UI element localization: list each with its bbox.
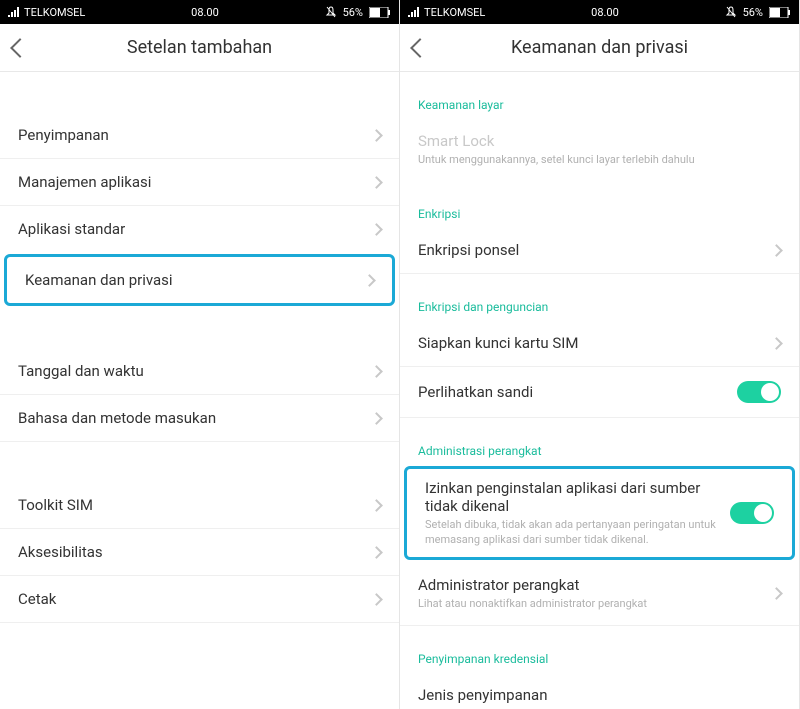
menu-language-input[interactable]: Bahasa dan metode masukan <box>0 395 399 442</box>
time-label: 08.00 <box>191 6 219 19</box>
mute-icon <box>325 6 337 18</box>
chevron-right-icon <box>370 499 383 512</box>
chevron-right-icon <box>370 412 383 425</box>
time-label: 08.00 <box>591 6 619 19</box>
settings-list[interactable]: Keamanan layar Smart Lock Untuk mengguna… <box>400 72 799 709</box>
toggle-on-icon[interactable] <box>737 381 781 403</box>
title-bar: Setelan tambahan <box>0 24 399 72</box>
battery-icon <box>369 7 391 18</box>
menu-subtitle: Lihat atau nonaktifkan administrator per… <box>418 597 764 611</box>
status-bar: TELKOMSEL 08.00 56% <box>400 0 799 24</box>
menu-accessibility[interactable]: Aksesibilitas <box>0 529 399 576</box>
battery-label: 56% <box>343 6 363 19</box>
mute-icon <box>725 6 737 18</box>
menu-label: Aksesibilitas <box>18 543 103 561</box>
chevron-right-icon <box>770 244 783 257</box>
chevron-right-icon <box>370 546 383 559</box>
battery-label: 56% <box>743 6 763 19</box>
menu-label: Perlihatkan sandi <box>418 383 533 401</box>
menu-label: Smart Lock <box>418 132 773 150</box>
section-encryption: Enkripsi <box>400 197 799 227</box>
signal-icon <box>408 7 420 17</box>
left-phone: TELKOMSEL 08.00 56% Setelan tambahan Pen… <box>0 0 400 709</box>
menu-label: Bahasa dan metode masukan <box>18 409 216 427</box>
menu-storage-type[interactable]: Jenis penyimpanan <box>400 672 799 708</box>
menu-show-password[interactable]: Perlihatkan sandi <box>400 367 799 418</box>
menu-label: Manajemen aplikasi <box>18 173 151 191</box>
section-credential-storage: Penyimpanan kredensial <box>400 642 799 672</box>
back-icon <box>410 38 430 58</box>
chevron-right-icon <box>370 365 383 378</box>
menu-security-privacy[interactable]: Keamanan dan privasi <box>7 257 392 303</box>
section-encrypt-lock: Enkripsi dan penguncian <box>400 290 799 320</box>
chevron-right-icon <box>363 274 376 287</box>
menu-label: Aplikasi standar <box>18 220 125 238</box>
menu-default-apps[interactable]: Aplikasi standar <box>0 206 399 252</box>
section-device-admin: Administrasi perangkat <box>400 434 799 464</box>
chevron-right-icon <box>770 587 783 600</box>
menu-device-administrator[interactable]: Administrator perangkat Lihat atau nonak… <box>400 562 799 626</box>
menu-subtitle: Untuk menggunakannya, setel kunci layar … <box>418 153 773 167</box>
menu-label: Keamanan dan privasi <box>25 271 173 289</box>
section-screen-security: Keamanan layar <box>400 88 799 118</box>
battery-icon <box>769 7 791 18</box>
settings-list[interactable]: Penyimpanan Manajemen aplikasi Aplikasi … <box>0 72 399 709</box>
back-button[interactable] <box>400 41 440 55</box>
menu-label: Enkripsi ponsel <box>418 241 519 259</box>
menu-unknown-sources[interactable]: Izinkan penginstalan aplikasi dari sumbe… <box>407 469 792 557</box>
menu-label: Izinkan penginstalan aplikasi dari sumbe… <box>425 479 722 515</box>
menu-app-management[interactable]: Manajemen aplikasi <box>0 159 399 206</box>
highlight-box: Keamanan dan privasi <box>4 254 395 306</box>
menu-smart-lock: Smart Lock Untuk menggunakannya, setel k… <box>400 118 799 181</box>
toggle-on-icon[interactable] <box>730 502 774 524</box>
menu-date-time[interactable]: Tanggal dan waktu <box>0 348 399 395</box>
menu-sim-toolkit[interactable]: Toolkit SIM <box>0 482 399 529</box>
signal-icon <box>8 7 20 17</box>
menu-subtitle: Setelah dibuka, tidak akan ada pertanyaa… <box>425 518 722 547</box>
back-button[interactable] <box>0 41 40 55</box>
title-bar: Keamanan dan privasi <box>400 24 799 72</box>
menu-storage[interactable]: Penyimpanan <box>0 112 399 159</box>
carrier-label: TELKOMSEL <box>424 6 485 19</box>
page-title: Setelan tambahan <box>0 37 399 58</box>
menu-label: Administrator perangkat <box>418 576 764 594</box>
status-bar: TELKOMSEL 08.00 56% <box>0 0 399 24</box>
menu-encrypt-phone[interactable]: Enkripsi ponsel <box>400 227 799 274</box>
right-phone: TELKOMSEL 08.00 56% Keamanan dan privasi… <box>400 0 800 709</box>
carrier-label: TELKOMSEL <box>24 6 85 19</box>
menu-label: Siapkan kunci kartu SIM <box>418 334 578 352</box>
menu-label: Toolkit SIM <box>18 496 93 514</box>
menu-label: Tanggal dan waktu <box>18 362 144 380</box>
page-title: Keamanan dan privasi <box>400 37 799 58</box>
back-icon <box>10 38 30 58</box>
chevron-right-icon <box>770 337 783 350</box>
highlight-box: Izinkan penginstalan aplikasi dari sumbe… <box>404 466 795 560</box>
menu-label: Cetak <box>18 590 56 608</box>
menu-print[interactable]: Cetak <box>0 576 399 623</box>
chevron-right-icon <box>370 129 383 142</box>
menu-sim-lock[interactable]: Siapkan kunci kartu SIM <box>400 320 799 367</box>
menu-label: Jenis penyimpanan <box>418 686 548 704</box>
menu-label: Penyimpanan <box>18 126 109 144</box>
chevron-right-icon <box>370 593 383 606</box>
chevron-right-icon <box>370 176 383 189</box>
chevron-right-icon <box>370 223 383 236</box>
